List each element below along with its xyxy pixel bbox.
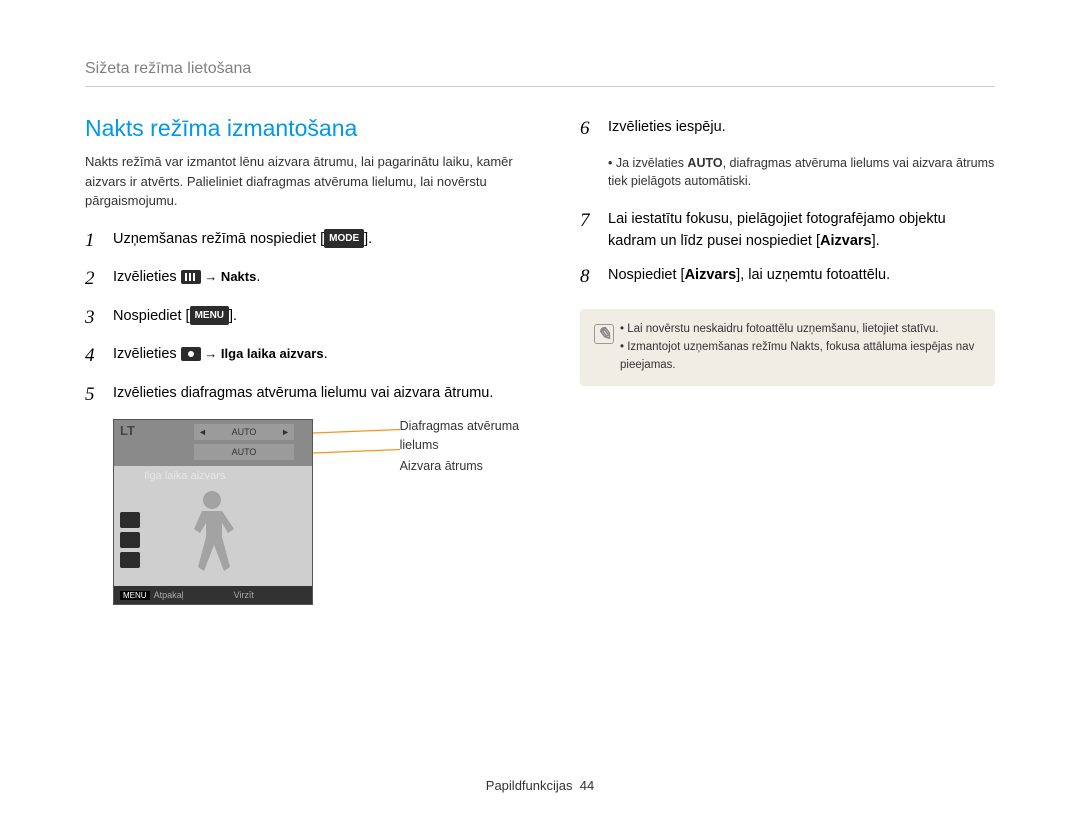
step-7: 7 Lai iestatītu fokusu, pielāgojiet foto…: [580, 207, 995, 253]
camera-icon: [181, 347, 201, 361]
intro-text: Nakts režīmā var izmantot lēnu aizvara ā…: [85, 152, 540, 211]
step-number: 2: [85, 265, 113, 294]
step-2: 2 Izvēlieties → Nakts.: [85, 265, 540, 294]
step-number: 7: [580, 207, 608, 236]
side-icon: [120, 552, 140, 568]
step-number: 3: [85, 304, 113, 333]
mode-icon: MODE: [324, 229, 364, 248]
menu-icon: MENU: [190, 306, 229, 325]
scene-icon: [181, 270, 201, 284]
step-4: 4 Izvēlieties → Ilga laika aizvars.: [85, 342, 540, 371]
person-silhouette-icon: [182, 491, 242, 586]
page-footer: Papildfunkcijas 44: [0, 778, 1080, 793]
step-number: 8: [580, 263, 608, 292]
step-3: 3 Nospiediet [MENU].: [85, 304, 540, 333]
callout-shutter: Aizvara ātrums: [400, 457, 540, 476]
side-icon: [120, 532, 140, 548]
step-number: 4: [85, 342, 113, 371]
callout-aperture: Diafragmas atvēruma lielums: [400, 417, 540, 455]
breadcrumb: Sižeta režīma lietošana: [85, 60, 995, 87]
info-item: Lai novērstu neskaidru fotoattēlu uzņemš…: [620, 321, 981, 339]
menu-label-icon: MENU: [120, 591, 150, 600]
side-icon: [120, 512, 140, 528]
step-number: 6: [580, 115, 608, 144]
step-number: 1: [85, 227, 113, 256]
sub-note-6: Ja izvēlaties AUTO, diafragmas atvēruma …: [608, 154, 995, 192]
strip-label: Ilga laika aizvars: [144, 470, 225, 482]
aperture-selector: ◄ AUTO ►: [194, 424, 294, 440]
steps-right: 6 Izvēlieties iespēju.: [580, 115, 995, 144]
steps-left: 1 Uzņemšanas režīmā nospiediet [MODE]. 2…: [85, 227, 540, 410]
info-item: Izmantojot uzņemšanas režīmu Nakts, foku…: [620, 339, 981, 375]
shutter-selector: AUTO: [194, 444, 294, 460]
note-icon: ✎: [594, 324, 614, 344]
step-8: 8 Nospiediet [Aizvars], lai uzņemtu foto…: [580, 263, 995, 292]
step-number: 5: [85, 381, 113, 410]
step-1: 1 Uzņemšanas režīmā nospiediet [MODE].: [85, 227, 540, 256]
page-title: Nakts režīma izmantošana: [85, 115, 540, 142]
info-box: ✎ Lai novērstu neskaidru fotoattēlu uzņe…: [580, 309, 995, 386]
camera-ui-figure: LT ◄ AUTO ► AUTO Il: [113, 419, 540, 605]
step-5: 5 Izvēlieties diafragmas atvēruma lielum…: [85, 381, 540, 410]
lt-badge: LT: [120, 423, 135, 438]
step-6: 6 Izvēlieties iespēju.: [580, 115, 995, 144]
